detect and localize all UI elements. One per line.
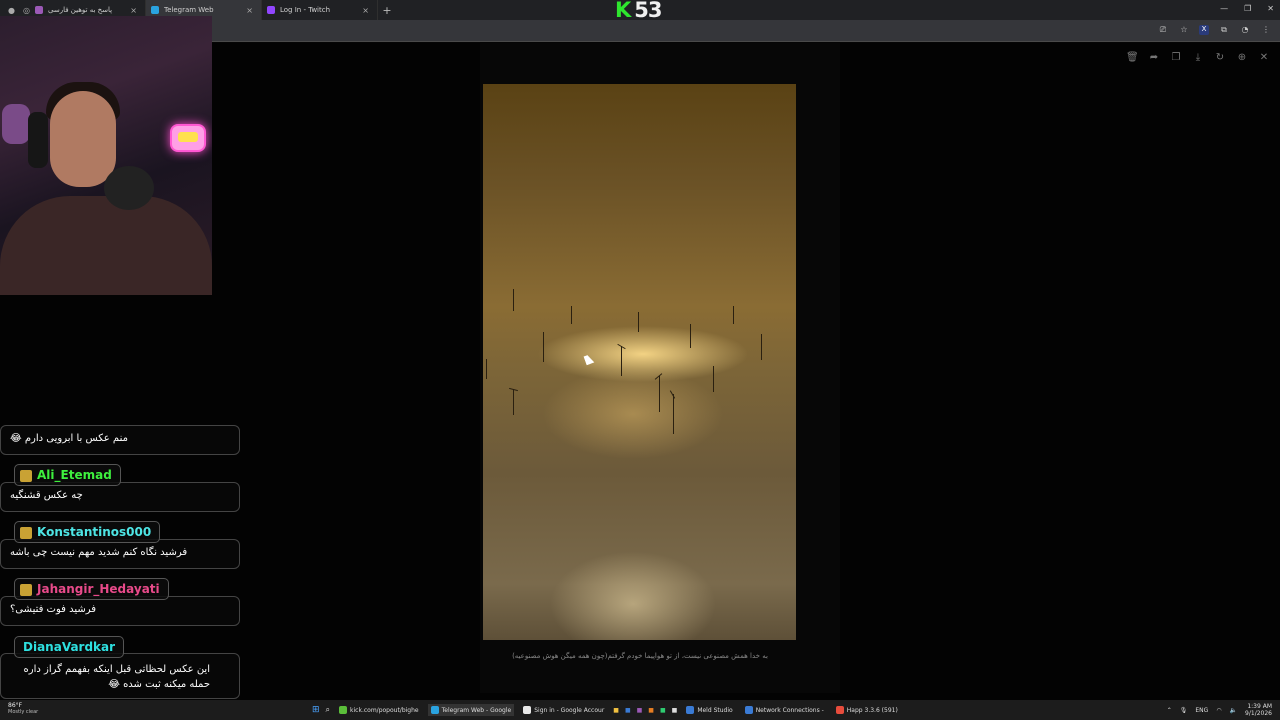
profile-avatar-icon[interactable]: ◔	[1239, 25, 1251, 35]
chat-username-tag: Ali_Etemad	[14, 464, 121, 486]
chat-username-tag: Jahangir_Hedayati	[14, 578, 169, 600]
sub-badge-icon	[20, 527, 32, 539]
maximize-icon[interactable]: ❐	[1244, 4, 1251, 13]
zoom-icon[interactable]: ⊕	[1236, 52, 1248, 63]
chat-message-text: چه عکس قشنگیه	[10, 490, 83, 501]
viewer-photo[interactable]	[483, 84, 796, 640]
webcam-overlay	[0, 16, 212, 295]
app-icon[interactable]: ■	[660, 707, 666, 714]
telegram-favicon-icon	[151, 6, 159, 14]
window-close-icon[interactable]: ✕	[1267, 4, 1274, 13]
chat-username: DianaVardkar	[23, 640, 116, 654]
menu-icon[interactable]: ⋮	[1260, 25, 1272, 35]
taskbar-kick[interactable]: kick.com/popout/bighe	[336, 704, 422, 716]
chat-message-text: فرشید فوت فتیشی؟	[10, 604, 97, 615]
search-icon[interactable]: ⌕	[326, 705, 330, 715]
extensions-icon[interactable]: ⧉	[1218, 25, 1230, 35]
wifi-icon[interactable]: ◠	[1216, 707, 1221, 714]
app-icon[interactable]: ■	[672, 707, 678, 714]
minimize-icon[interactable]: —	[1220, 4, 1228, 13]
mic-icon[interactable]: 🎙	[1180, 707, 1188, 714]
photo-caption: به خدا همش مصنوعی نیست، از تو هواپیما خو…	[512, 652, 768, 660]
tab-close-icon[interactable]: ×	[246, 6, 253, 15]
tab-search-icon[interactable]: ◎	[23, 6, 30, 15]
taskbar-network-connections[interactable]: Network Connections -	[742, 704, 827, 716]
tab-close-icon[interactable]: ×	[362, 6, 369, 15]
sub-badge-icon	[20, 470, 32, 482]
taskbar-meld-studio[interactable]: Meld Studio	[683, 704, 735, 716]
screen: 🗑 ➦ ❐ ⤓ ↻ ⊕ ✕ به خدا همش مصنوعی نیست، از…	[0, 0, 1280, 720]
twitch-favicon-icon	[267, 6, 275, 14]
stream-chat-overlay: منم عکس با ابرویی دارم 😂 Ali_Etemad چه ع…	[0, 410, 245, 700]
taskbar-telegram[interactable]: Telegram Web - Google	[427, 704, 515, 716]
start-icon[interactable]: ⊞	[312, 705, 320, 715]
chat-username-tag: Konstantinos000	[14, 521, 161, 543]
neon-sign	[170, 124, 206, 152]
kill-counter-overlay: K 53	[615, 0, 663, 22]
system-tray: ⌃ 🎙 ENG ◠ 🔈 1:39 AM 9/1/2026	[1167, 703, 1272, 717]
profile-icon[interactable]: ●	[8, 6, 15, 15]
tab-close-icon[interactable]: ×	[130, 6, 137, 15]
new-tab-button[interactable]: +	[378, 4, 396, 17]
chat-message-text: منم عکس با ابرویی دارم 😂	[10, 433, 128, 444]
chat-username: Ali_Etemad	[37, 468, 112, 482]
tab-favicon-icon	[35, 6, 43, 14]
taskbar-google-signin[interactable]: Sign in - Google Accour	[520, 704, 607, 716]
chat-header-blurred	[490, 55, 820, 71]
windows-taskbar: 86°F Mostly clear ⊞ ⌕ kick.com/popout/bi…	[0, 700, 1280, 720]
chat-username-tag: DianaVardkar	[14, 636, 125, 658]
sub-badge-icon	[20, 584, 32, 596]
tab-twitch[interactable]: Log In - Twitch ×	[262, 0, 378, 20]
chat-message-text: این عکس لحظاتی قبل اینکه بفهمم گراز داره…	[23, 664, 210, 690]
chat-username: Konstantinos000	[37, 525, 152, 539]
download-icon[interactable]: ⤓	[1192, 52, 1204, 63]
app-icon[interactable]: ■	[625, 707, 631, 714]
extension-x-icon[interactable]: X	[1199, 25, 1209, 35]
language-indicator[interactable]: ENG	[1195, 707, 1208, 714]
app-icon[interactable]: ■	[637, 707, 643, 714]
chat-username: Jahangir_Hedayati	[37, 582, 160, 596]
bookmark-star-icon[interactable]: ☆	[1178, 25, 1190, 35]
counter-number: 53	[634, 0, 662, 22]
forward-icon[interactable]: ➦	[1148, 52, 1160, 63]
viewer-toolbar: 🗑 ➦ ❐ ⤓ ↻ ⊕ ✕	[1126, 52, 1270, 63]
folder-icon[interactable]: ■	[613, 707, 619, 714]
chevron-up-icon[interactable]: ⌃	[1167, 707, 1172, 714]
counter-letter: K	[615, 0, 631, 22]
clock[interactable]: 1:39 AM 9/1/2026	[1245, 703, 1272, 717]
close-icon[interactable]: ✕	[1258, 52, 1270, 63]
app-icon[interactable]: ■	[648, 707, 654, 714]
install-app-icon[interactable]: ⎚	[1157, 25, 1169, 35]
weather-widget[interactable]: 86°F Mostly clear	[8, 702, 38, 716]
taskbar-happ[interactable]: Happ 3.3.6 (591)	[833, 704, 901, 716]
delete-icon[interactable]: 🗑	[1126, 52, 1139, 63]
rotate-icon[interactable]: ↻	[1214, 52, 1226, 63]
chat-message-text: فرشید نگاه کنم شدید مهم نیست چی باشه	[10, 547, 188, 558]
copy-icon[interactable]: ❐	[1170, 52, 1182, 63]
volume-icon[interactable]: 🔈	[1230, 707, 1237, 714]
